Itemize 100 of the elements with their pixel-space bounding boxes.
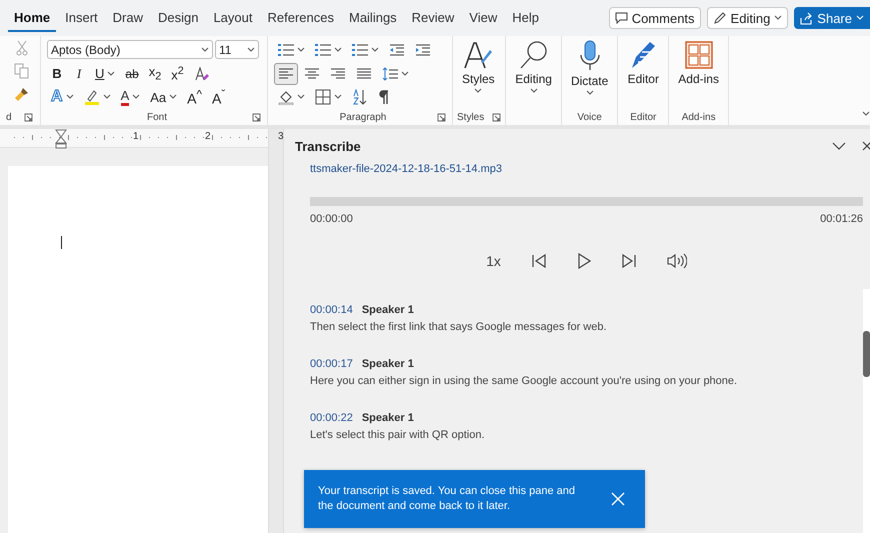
timestamp-link[interactable]: 00:00:17 bbox=[310, 358, 353, 370]
editing-button[interactable]: Editing bbox=[510, 38, 557, 96]
strikethrough-button[interactable]: ab bbox=[121, 62, 143, 85]
chevron-down-icon bbox=[102, 94, 111, 100]
ribbon-tab[interactable]: View bbox=[463, 4, 504, 32]
shrink-font-button[interactable]: A$^{ˇ}$ bbox=[208, 86, 230, 108]
volume-icon[interactable] bbox=[666, 253, 687, 269]
microphone-icon bbox=[578, 40, 602, 72]
chevron-down-icon bbox=[201, 46, 209, 53]
ribbon-tab[interactable]: Draw bbox=[106, 4, 149, 32]
skip-forward-icon[interactable] bbox=[620, 253, 637, 269]
dialog-launcher-icon[interactable] bbox=[24, 112, 33, 122]
line-spacing-icon bbox=[382, 66, 398, 81]
styles-icon bbox=[463, 40, 494, 70]
ruler-number: 1 bbox=[133, 131, 139, 143]
format-painter-icon[interactable] bbox=[14, 86, 30, 102]
speaker-label: Speaker 1 bbox=[362, 412, 414, 424]
chevron-down-icon bbox=[371, 46, 379, 53]
scrollbar[interactable] bbox=[863, 289, 870, 533]
indent-marker-icon[interactable] bbox=[55, 129, 67, 149]
chevron-down-icon bbox=[247, 46, 255, 53]
speaker-label: Speaker 1 bbox=[362, 304, 414, 316]
share-icon bbox=[800, 12, 814, 24]
progress-track[interactable] bbox=[310, 197, 863, 206]
ribbon-tab[interactable]: References bbox=[262, 4, 340, 32]
align-left-button[interactable] bbox=[274, 62, 298, 85]
group-label: Styles bbox=[457, 112, 484, 122]
superscript-button[interactable]: x$^{2}$ bbox=[167, 62, 188, 85]
dialog-launcher-icon[interactable] bbox=[252, 112, 261, 122]
chevron-down-icon bbox=[401, 70, 409, 77]
underline-button[interactable]: U bbox=[91, 62, 120, 85]
ribbon-tab[interactable]: Layout bbox=[207, 4, 258, 32]
chevron-down-icon[interactable] bbox=[832, 142, 846, 150]
chevron-down-icon bbox=[856, 15, 864, 21]
group-label: Paragraph bbox=[340, 112, 386, 123]
change-case-button[interactable]: Aa bbox=[146, 86, 182, 108]
list-icon bbox=[389, 42, 405, 57]
close-icon[interactable] bbox=[862, 141, 870, 151]
editor-button[interactable]: Editor bbox=[622, 38, 664, 88]
dictate-button[interactable]: Dictate bbox=[566, 38, 614, 98]
search-icon bbox=[518, 40, 549, 70]
align-icon bbox=[356, 66, 372, 81]
share-button[interactable]: Share bbox=[794, 7, 870, 29]
styles-button[interactable]: Styles bbox=[457, 38, 500, 96]
add-ins-button[interactable]: Add-ins bbox=[673, 38, 724, 88]
group-label: Font bbox=[146, 112, 167, 123]
chevron-down-icon bbox=[297, 46, 305, 53]
dialog-launcher-icon[interactable] bbox=[437, 112, 446, 122]
ribbon-tab[interactable]: Insert bbox=[59, 4, 104, 32]
editing-mode-button[interactable]: Editing bbox=[706, 7, 788, 29]
clear-format-icon bbox=[194, 66, 210, 82]
paint-bucket-icon bbox=[278, 89, 294, 106]
borders-icon bbox=[315, 89, 331, 106]
chevron-down-icon bbox=[334, 94, 342, 100]
total-time: 00:01:26 bbox=[820, 213, 863, 225]
group-label: Add-ins bbox=[682, 112, 716, 122]
grow-font-button[interactable]: A$^{^}$ bbox=[183, 86, 206, 108]
pencil-icon bbox=[712, 11, 727, 25]
speaker-label: Speaker 1 bbox=[362, 358, 414, 370]
chevron-down-icon bbox=[586, 90, 594, 96]
transcript-text: Let's select this pair with QR option. bbox=[310, 429, 486, 441]
sort-icon bbox=[352, 89, 368, 106]
collapse-ribbon-icon[interactable] bbox=[862, 111, 870, 117]
timestamp-link[interactable]: 00:00:22 bbox=[310, 412, 353, 424]
dialog-launcher-icon[interactable] bbox=[492, 112, 502, 122]
font-name-field[interactable]: Aptos (Body) bbox=[47, 40, 213, 60]
group-label: d bbox=[6, 112, 12, 122]
file-link[interactable]: ttsmaker-file-2024-12-18-16-51-14.mp3 bbox=[310, 163, 863, 175]
skip-back-icon[interactable] bbox=[530, 253, 547, 269]
chevron-down-icon bbox=[774, 15, 782, 21]
comments-button[interactable]: Comments bbox=[608, 7, 701, 29]
italic-button[interactable]: I bbox=[69, 62, 89, 85]
font-size-field[interactable]: 11 bbox=[215, 40, 259, 60]
ribbon-tab[interactable]: Help bbox=[506, 4, 545, 32]
pane-title: Transcribe bbox=[295, 138, 362, 154]
grid-icon bbox=[684, 40, 714, 70]
ribbon-tab[interactable]: Home bbox=[8, 4, 56, 32]
play-icon[interactable] bbox=[576, 253, 591, 269]
list-icon bbox=[315, 42, 331, 57]
subscript-button[interactable]: x$_{2}$ bbox=[144, 62, 166, 85]
ribbon-tab[interactable]: Review bbox=[406, 4, 460, 32]
align-icon bbox=[278, 66, 294, 81]
timestamp-link[interactable]: 00:00:14 bbox=[310, 304, 353, 316]
ribbon-tab[interactable]: Mailings bbox=[342, 4, 403, 32]
text-cursor bbox=[61, 236, 62, 249]
font-color-button[interactable]: A bbox=[116, 86, 144, 108]
transcript-text: Then select the first link that says Google messages for web. bbox=[310, 321, 608, 333]
chevron-down-icon bbox=[107, 70, 116, 77]
speed-button[interactable]: 1x bbox=[486, 253, 501, 269]
chevron-down-icon bbox=[132, 94, 140, 100]
pilcrow-icon bbox=[378, 89, 390, 106]
chevron-down-icon bbox=[334, 46, 342, 53]
comment-icon bbox=[614, 12, 628, 24]
ruler-number: 2 bbox=[205, 131, 211, 143]
bold-button[interactable]: B bbox=[47, 62, 67, 85]
group-label: Editor bbox=[630, 112, 656, 122]
chevron-down-icon bbox=[474, 88, 482, 94]
ribbon-tab[interactable]: Design bbox=[152, 4, 204, 32]
text-effects-button[interactable]: A bbox=[47, 86, 78, 108]
list-icon bbox=[352, 42, 368, 57]
